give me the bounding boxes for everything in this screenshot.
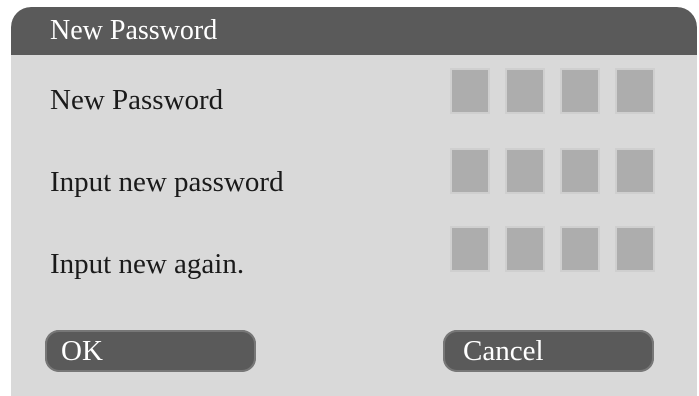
pin-digit-box[interactable] [505,148,545,194]
pin-digit-box[interactable] [560,68,600,114]
pin-digit-box[interactable] [615,148,655,194]
pin-digit-box[interactable] [505,68,545,114]
pin-digit-box[interactable] [560,148,600,194]
cancel-button[interactable]: Cancel [443,330,654,372]
pin-digit-box[interactable] [615,226,655,272]
pin-digit-box[interactable] [615,68,655,114]
new-password-pin-field[interactable] [450,148,655,194]
pin-digit-box[interactable] [505,226,545,272]
dialog-title-bar: New Password [11,7,697,55]
ok-button-label: OK [61,335,103,367]
pin-digit-box[interactable] [560,226,600,272]
new-password-dialog: New Password New Password Input new pass… [11,7,697,396]
pin-digit-box[interactable] [450,148,490,194]
ok-button[interactable]: OK [45,330,256,372]
input-new-password-label: Input new password [50,166,284,198]
cancel-button-label: Cancel [463,335,544,367]
current-password-label: New Password [50,84,224,116]
pin-digit-box[interactable] [450,226,490,272]
dialog-title: New Password [50,15,218,46]
pin-digit-box[interactable] [450,68,490,114]
confirm-password-pin-field[interactable] [450,226,655,272]
current-password-pin-field[interactable] [450,68,655,114]
confirm-password-label: Input new again. [50,248,245,280]
